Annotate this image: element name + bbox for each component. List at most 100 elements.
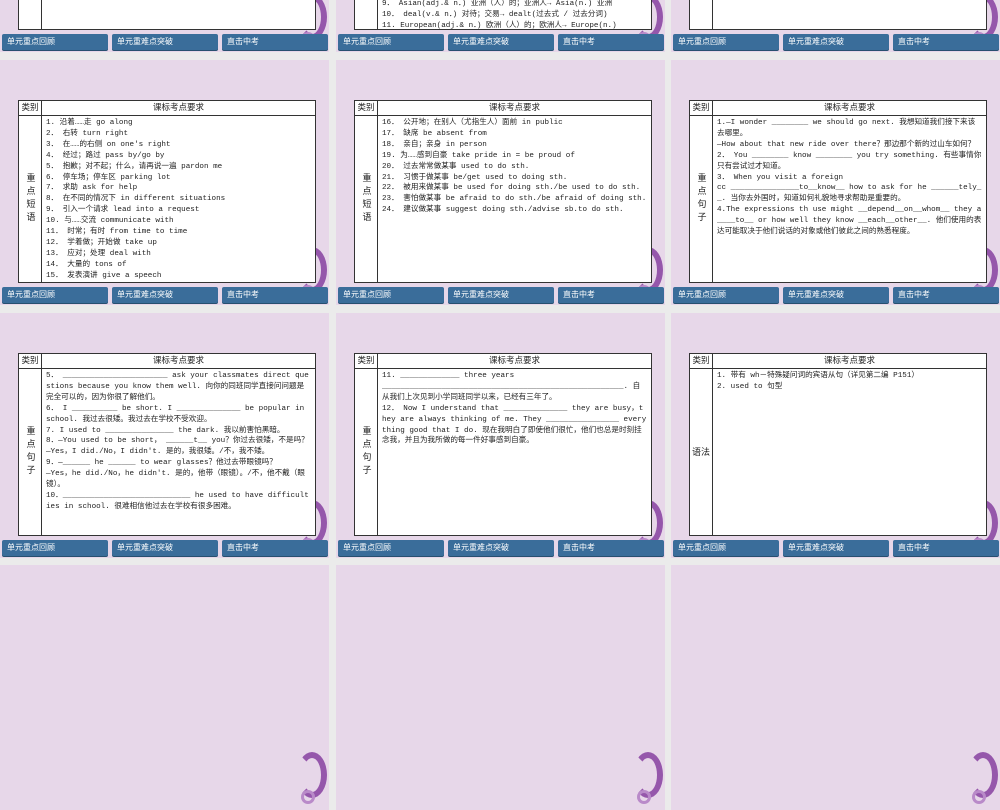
- nav-button-2[interactable]: 单元重难点突破: [783, 287, 889, 303]
- nav-button-3[interactable]: 直击中考: [893, 34, 999, 50]
- slide-nav-bar: 单元重点回顾 单元重难点突破 直击中考: [336, 540, 665, 557]
- nav-button-3[interactable]: 直击中考: [222, 34, 328, 50]
- category-cell: 语法: [690, 368, 712, 535]
- requirements-table: 类别 课标考点要求 重点句子 11. _____________ three year…: [354, 353, 652, 536]
- requirement-line: 10. 与……交流 communicate with: [46, 217, 174, 226]
- requirement-line: ________________________________________…: [382, 382, 641, 402]
- category-cell: 重点句子: [690, 115, 712, 282]
- slide-nav-bar: 单元重点回顾 单元重难点突破 直击中考: [671, 540, 1000, 557]
- table-header: 类别 课标考点要求: [355, 101, 651, 116]
- slide-thumbnail[interactable]: 类别 课标考点要求 重点句子 5． _______________________ a…: [0, 313, 329, 558]
- category-label: 重点短语: [360, 172, 371, 225]
- requirement-content: 1. 沿着……走 go along 2． 右转 turn right 3． 在……的…: [46, 118, 311, 282]
- nav-button-2[interactable]: 单元重难点突破: [783, 540, 889, 556]
- requirement-line: 16． 公开地；在别人（尤指生人）面前 in public: [382, 119, 563, 127]
- header-category: 类别: [355, 101, 378, 115]
- column-divider: [712, 115, 713, 282]
- nav-button-1[interactable]: 单元重点回顾: [2, 287, 108, 303]
- requirement-line: 9． Asian(adj.& n．) 亚洲（人）的；亚洲人→ Asia(n.) …: [382, 0, 613, 9]
- requirement-line: 9． 引入一个请求 lead into a request: [46, 206, 200, 215]
- nav-button-2[interactable]: 单元重难点突破: [448, 540, 554, 556]
- header-requirement: 课标考点要求: [488, 356, 540, 366]
- requirement-line: 9．—______ he ______ to wear glasses？他过去带…: [46, 459, 277, 468]
- column-divider: [41, 368, 42, 535]
- nav-button-1[interactable]: 单元重点回顾: [673, 34, 779, 50]
- requirements-table: 类别 课标考点要求 重点短语 1. 沿着……走 go along 2． 右转 turn …: [18, 100, 316, 283]
- table-header: 类别 课标考点要求: [19, 101, 315, 116]
- category-label: 重点句子: [695, 172, 706, 225]
- nav-button-3[interactable]: 直击中考: [893, 540, 999, 556]
- slide-thumbnail[interactable]: [671, 565, 1000, 810]
- nav-button-2[interactable]: 单元重难点突破: [448, 34, 554, 50]
- slide-thumbnail[interactable]: 类别 课标考点要求重点短语 16． 公开地；在别人（尤指生人）面前 in publi…: [336, 60, 665, 305]
- header-category: 类别: [690, 101, 713, 115]
- slide-thumbnail[interactable]: 类别课标考点要求单元重点回顾单元重难点突破直击中考: [0, 0, 329, 52]
- header-requirement: 课标考点要求: [823, 356, 875, 366]
- slide-thumbnail[interactable]: [336, 565, 665, 810]
- slide-thumbnail[interactable]: 类别 课标考点要求重点句子 1.—I wonder ________ we shou…: [671, 60, 1000, 305]
- table-header: 类别 课标考点要求: [355, 354, 651, 369]
- nav-button-3[interactable]: 直击中考: [558, 34, 664, 50]
- requirement-line: 18． 亲自；亲身 in person: [382, 140, 487, 149]
- requirement-line: 2． 右转 turn right: [46, 129, 129, 138]
- column-divider: [41, 0, 42, 29]
- nav-button-1[interactable]: 单元重点回顾: [338, 540, 444, 556]
- column-divider: [41, 115, 42, 282]
- nav-button-2[interactable]: 单元重难点突破: [112, 287, 218, 303]
- requirement-line: 14． 大量的 tons of: [46, 260, 127, 269]
- requirement-line: 20． 过去常常做某事 used to do sth.: [382, 162, 530, 171]
- category-label: 语法: [691, 448, 710, 458]
- requirement-line: 10．____________________________ he used …: [46, 491, 309, 511]
- slide-nav-bar: 单元重点回顾 单元重难点突破 直击中考: [0, 287, 329, 304]
- slide-thumbnail[interactable]: 类别 课标考点要求 语法 1. 带有 wh－特殊疑问词的宾语从句（详见第二编 P151…: [671, 313, 1000, 558]
- requirement-line: 1. 沿着……走 go along: [46, 119, 133, 127]
- slide-nav-bar: 单元重点回顾 单元重难点突破 直击中考: [671, 34, 1000, 51]
- category-cell: 重点句子: [19, 368, 41, 535]
- nav-button-1[interactable]: 单元重点回顾: [338, 287, 444, 303]
- requirement-line: 23． 害怕做某事 be afraid to do sth./be afraid…: [382, 195, 647, 204]
- slide-nav-bar: 单元重点回顾 单元重难点突破 直击中考: [336, 34, 665, 51]
- requirement-line: 8．—You used to be short， ______t__ you？你…: [46, 437, 309, 446]
- nav-button-2[interactable]: 单元重难点突破: [448, 287, 554, 303]
- decorative-ring-icon: [301, 790, 315, 804]
- slide-thumbnail[interactable]: 类别课标考点要求9． Asian(adj.& n．) 亚洲（人）的；亚洲人→ A…: [336, 0, 665, 52]
- table-header: 类别 课标考点要求: [19, 354, 315, 369]
- nav-button-1[interactable]: 单元重点回顾: [338, 34, 444, 50]
- requirement-line: 6． I __________ be short. I ____________…: [46, 404, 305, 424]
- nav-button-3[interactable]: 直击中考: [558, 540, 664, 556]
- nav-button-1[interactable]: 单元重点回顾: [673, 540, 779, 556]
- requirements-table: 类别 课标考点要求 重点句子 5． _______________________ a…: [18, 353, 316, 536]
- requirement-content: 5． _______________________ ask your clas…: [46, 371, 311, 535]
- slide-thumbnail[interactable]: 类别 课标考点要求 重点短语 1. 沿着……走 go along 2． 右转 turn …: [0, 60, 329, 305]
- requirement-content: [717, 0, 982, 29]
- nav-button-3[interactable]: 直击中考: [558, 287, 664, 303]
- requirement-line: 7. I used to _______________ the dark. 我…: [46, 426, 285, 435]
- nav-button-1[interactable]: 单元重点回顾: [2, 34, 108, 50]
- header-category: 类别: [690, 354, 713, 368]
- slide-thumbnail[interactable]: 类别 课标考点要求 重点句子 11. _____________ three year…: [336, 313, 665, 558]
- nav-button-2[interactable]: 单元重难点突破: [783, 34, 889, 50]
- slide-thumbnail[interactable]: [0, 565, 329, 810]
- nav-button-1[interactable]: 单元重点回顾: [2, 540, 108, 556]
- requirement-line: 12． 学着做；开始做 take up: [46, 238, 157, 247]
- requirements-table: 类别课标考点要求9． Asian(adj.& n．) 亚洲（人）的；亚洲人→ A…: [354, 0, 652, 30]
- nav-button-2[interactable]: 单元重难点突破: [112, 34, 218, 50]
- slide-thumbnail[interactable]: 类别课标考点要求单元重点回顾单元重难点突破直击中考: [671, 0, 1000, 52]
- requirements-table: 类别 课标考点要求重点短语 16． 公开地；在别人（尤指生人）面前 in publi…: [354, 100, 652, 283]
- nav-button-1[interactable]: 单元重点回顾: [673, 287, 779, 303]
- nav-button-2[interactable]: 单元重难点突破: [112, 540, 218, 556]
- requirements-table: 类别课标考点要求: [18, 0, 316, 30]
- column-divider: [377, 368, 378, 535]
- header-requirement: 课标考点要求: [823, 103, 875, 113]
- nav-button-3[interactable]: 直击中考: [222, 540, 328, 556]
- slide-nav-bar: 单元重点回顾 单元重难点突破 直击中考: [0, 34, 329, 51]
- requirement-line: 4.The expressions th use might __depend_…: [717, 206, 982, 237]
- column-divider: [712, 368, 713, 535]
- requirement-line: 3． 在……的右侧 on one's right: [46, 140, 171, 149]
- nav-button-3[interactable]: 直击中考: [222, 287, 328, 303]
- requirement-line: 22． 被用来做某事 be used for doing sth./be use…: [382, 184, 641, 193]
- nav-button-3[interactable]: 直击中考: [893, 287, 999, 303]
- requirement-content: 16． 公开地；在别人（尤指生人）面前 in public 17． 缺席 be a…: [382, 118, 647, 282]
- requirement-line: 1.—I wonder ________ we should go next. …: [717, 119, 976, 138]
- header-category: 类别: [355, 354, 378, 368]
